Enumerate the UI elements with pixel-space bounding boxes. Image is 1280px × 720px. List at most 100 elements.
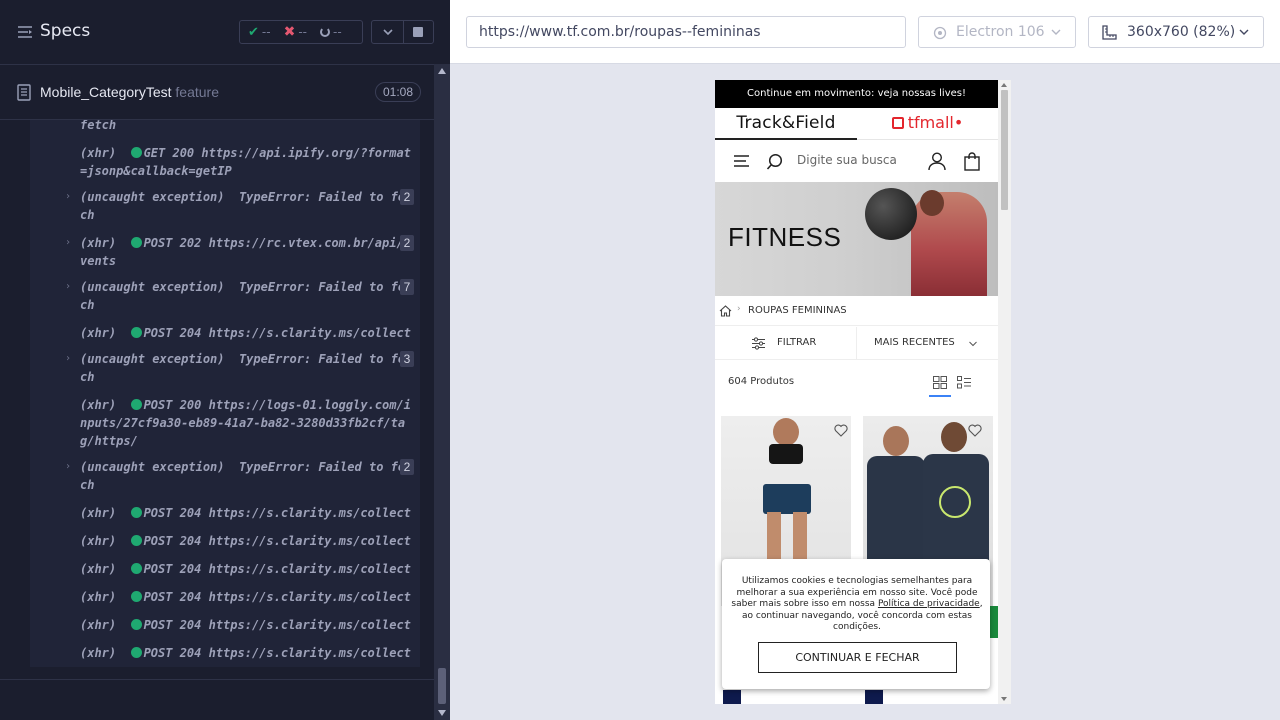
command-type: (xhr) [80, 646, 131, 660]
color-swatch[interactable] [865, 690, 883, 704]
expand-chevron-icon[interactable]: › [65, 234, 71, 252]
promo-banner[interactable]: Continue em movimento: veja nossas lives… [715, 80, 998, 108]
viewport-selector[interactable]: 360x760 (82%) [1088, 16, 1264, 48]
sort-label: MAIS RECENTES [874, 337, 955, 348]
cookie-accept-button[interactable]: CONTINUAR E FECHAR [758, 642, 957, 673]
shopping-bag-icon [891, 117, 904, 129]
scroll-up-arrow-icon[interactable] [438, 68, 446, 74]
expand-chevron-icon[interactable]: › [65, 458, 71, 476]
user-account-icon[interactable] [928, 152, 946, 171]
command-type: (xhr) [80, 534, 131, 548]
hero-title: FITNESS [728, 222, 842, 252]
aut-scroll-thumb[interactable] [1001, 90, 1008, 210]
command-text: fetch [80, 120, 117, 132]
status-success-dot-icon [130, 591, 142, 602]
expand-chevron-icon[interactable]: › [65, 350, 71, 368]
product-image-shorts [763, 484, 811, 514]
wishlist-heart-icon[interactable] [968, 424, 982, 437]
breadcrumb-chevron-icon: › [737, 304, 741, 314]
home-icon[interactable] [719, 305, 732, 317]
status-success-dot-icon [130, 563, 142, 574]
cypress-runner: Specs ✔ -- ✖ -- -- Mobile_CategoryTest f… [0, 0, 1280, 720]
brand-tabs: Track&Field tfmall• [715, 108, 998, 140]
command-count-badge: 2 [400, 459, 414, 475]
spec-file-row[interactable]: Mobile_CategoryTest feature 01:08 [0, 64, 434, 120]
browser-selector[interactable]: Electron 106 [918, 16, 1076, 48]
command-text: (xhr) POST 204 https://s.clarity.ms/coll… [80, 644, 415, 662]
command-message: POST 204 https://s.clarity.ms/collect [143, 646, 411, 660]
breadcrumb-current: ROUPAS FEMININAS [748, 305, 847, 316]
browser-label: Electron 106 [956, 24, 1045, 40]
command-text: (xhr) GET 200 https://api.ipify.org/?for… [80, 144, 415, 180]
sliders-icon [752, 337, 765, 350]
passed-count: -- [261, 25, 271, 39]
scroll-down-arrow-icon[interactable] [1001, 697, 1007, 701]
chevron-down-icon [1051, 29, 1061, 35]
expand-chevron-icon[interactable]: › [65, 278, 71, 296]
test-stats: ✔ -- ✖ -- -- [239, 20, 363, 44]
tfmall-logo-text: tfmall [907, 113, 954, 132]
scroll-down-arrow-icon[interactable] [438, 710, 446, 716]
brand-tab-trackfield[interactable]: Track&Field [715, 108, 857, 140]
specs-title[interactable]: Specs [40, 21, 90, 41]
pending-spinner-icon [319, 27, 330, 37]
reporter-scrollbar[interactable] [434, 64, 450, 720]
product-count: 604 Produtos [728, 376, 795, 387]
document-icon [17, 84, 31, 101]
specs-list-icon[interactable] [17, 24, 33, 40]
product-image [773, 418, 799, 446]
grid-view-icon[interactable] [933, 376, 947, 389]
run-controls [371, 20, 434, 44]
command-message: POST 204 https://s.clarity.ms/collect [143, 506, 411, 520]
expand-chevron-icon[interactable]: › [65, 188, 71, 206]
cookie-message: Utilizamos cookies e tecnologias semelha… [730, 576, 984, 634]
scroll-up-arrow-icon[interactable] [1001, 83, 1007, 87]
menu-hamburger-icon[interactable] [734, 155, 749, 167]
command-text: (xhr) POST 200 https://logs-01.loggly.co… [80, 396, 415, 450]
grid-view-active-indicator [929, 395, 951, 397]
command-message: POST 204 https://s.clarity.ms/collect [143, 618, 411, 632]
color-swatch[interactable] [723, 690, 741, 704]
command-message: POST 204 https://s.clarity.ms/collect [143, 326, 411, 340]
category-hero-banner[interactable]: FITNESS [715, 182, 998, 296]
command-text: (xhr) POST 204 https://s.clarity.ms/coll… [80, 560, 415, 578]
status-success-dot-icon [130, 237, 142, 248]
privacy-policy-link[interactable]: Política de privacidade [878, 599, 980, 609]
command-message: POST 204 https://s.clarity.ms/collect [143, 590, 411, 604]
cookie-consent-dialog: Utilizamos cookies e tecnologias semelha… [722, 559, 990, 689]
filter-button[interactable]: FILTRAR [715, 327, 857, 360]
command-log: fetch (xhr) GET 200 https://api.ipify.org… [30, 120, 420, 667]
command-count-badge: 2 [400, 235, 414, 251]
reporter-footer-divider [0, 679, 434, 680]
ruler-icon [1102, 25, 1117, 40]
viewport-label: 360x760 (82%) [1127, 24, 1236, 40]
preview-toolbar: https://www.tf.com.br/roupas--femininas … [450, 0, 1280, 64]
command-type: (xhr) [80, 506, 131, 520]
command-message: POST 204 https://s.clarity.ms/collect [143, 562, 411, 576]
site-page: Continue em movimento: veja nossas lives… [715, 80, 998, 704]
scroll-thumb[interactable] [438, 668, 446, 704]
wishlist-heart-icon[interactable] [834, 424, 848, 437]
brand-tab-tfmall[interactable]: tfmall• [857, 108, 998, 140]
browser-icon [933, 26, 947, 40]
command-type: (xhr) [80, 618, 131, 632]
command-text: (xhr) POST 204 https://s.clarity.ms/coll… [80, 532, 415, 550]
list-view-icon[interactable] [957, 376, 971, 389]
aut-scrollbar[interactable] [998, 80, 1011, 704]
product-image-head [941, 422, 967, 452]
stop-icon[interactable] [413, 27, 423, 37]
failed-x-icon: ✖ [283, 24, 296, 40]
search-icon[interactable] [766, 153, 784, 171]
reporter-header: Specs ✔ -- ✖ -- -- [0, 0, 450, 64]
sort-dropdown[interactable]: MAIS RECENTES [857, 327, 998, 360]
spec-name-text: Mobile_CategoryTest [40, 84, 172, 100]
cart-bag-icon[interactable] [964, 152, 980, 171]
url-field[interactable]: https://www.tf.com.br/roupas--femininas [466, 16, 906, 48]
passed-check-icon: ✔ [248, 24, 259, 40]
search-input[interactable]: Digite sua busca [797, 153, 897, 167]
product-image-top [769, 444, 803, 464]
hero-athlete-head [920, 190, 944, 216]
chevron-down-icon[interactable] [381, 26, 395, 38]
status-success-dot-icon [130, 399, 142, 410]
command-type: (xhr) [80, 562, 131, 576]
